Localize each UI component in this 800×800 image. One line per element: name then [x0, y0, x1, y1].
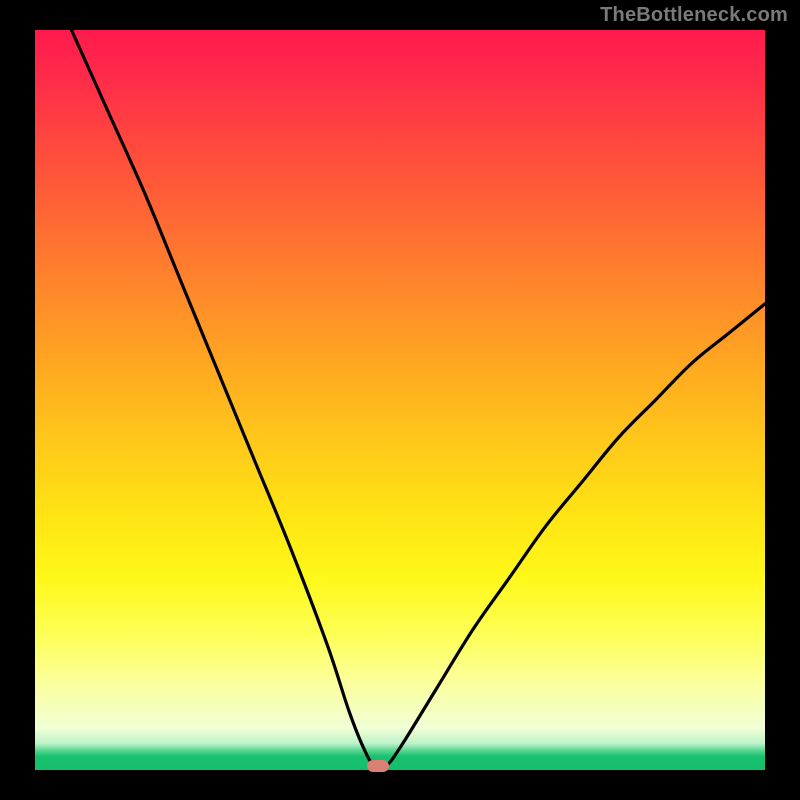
optimal-point-marker: [367, 760, 389, 772]
watermark-text: TheBottleneck.com: [600, 4, 788, 27]
bottleneck-curve: [35, 30, 765, 770]
chart-frame: TheBottleneck.com: [0, 0, 800, 800]
plot-area: [35, 30, 765, 770]
